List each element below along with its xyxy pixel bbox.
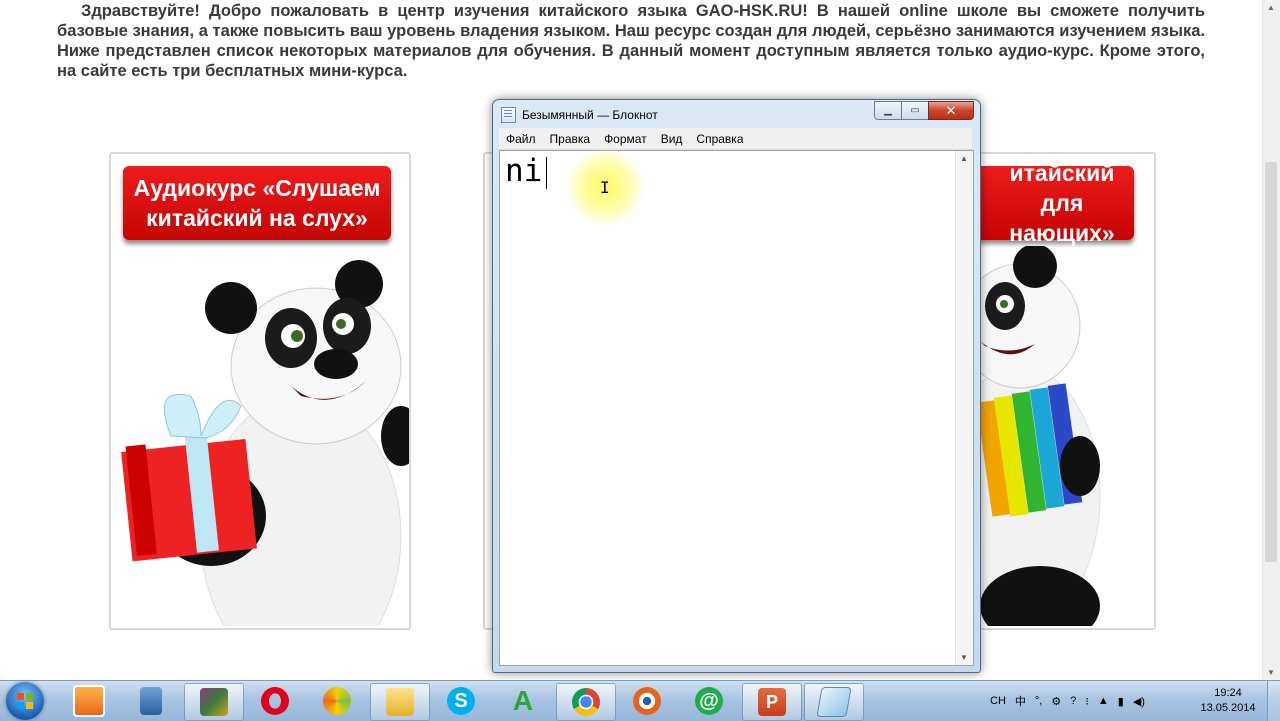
system-tray: CH 中 °, ⚙ ? ⁝ ▲ ▮ ◀): [990, 681, 1154, 721]
media-player-icon: [73, 685, 105, 717]
notepad-scrollbar[interactable]: ▲ ▼: [955, 151, 973, 665]
taskbar-winrar[interactable]: [184, 683, 244, 721]
taskbar-skype[interactable]: S: [432, 683, 490, 719]
maximize-button[interactable]: ▭: [901, 101, 929, 120]
panda-gift-illustration: [121, 260, 409, 626]
taskbar-explorer[interactable]: [122, 683, 180, 719]
taskbar-screen-recorder[interactable]: [618, 683, 676, 719]
notepad-title: Безымянный — Блокнот: [522, 108, 658, 122]
notepad-icon: [816, 687, 852, 717]
beginners-course-card[interactable]: итайский для нающих»: [978, 152, 1156, 630]
window-controls: ▁ ▭ ✕: [874, 101, 974, 120]
scroll-up-icon[interactable]: ▲: [960, 154, 968, 163]
settings-icon[interactable]: ⚙: [1051, 695, 1061, 708]
scroll-down-icon[interactable]: ▼: [960, 653, 968, 662]
ibeam-cursor-icon: I: [600, 178, 610, 197]
help-icon[interactable]: ?: [1070, 695, 1076, 707]
taskbar-notepad[interactable]: [804, 683, 864, 721]
notepad-text-area[interactable]: ni ▲ ▼: [499, 150, 974, 666]
abbyy-icon: A: [512, 685, 534, 716]
maximize-icon: ▭: [910, 105, 920, 116]
notepad-content: ni: [505, 153, 543, 189]
taskbar-opera[interactable]: [246, 683, 304, 719]
skype-icon: S: [447, 687, 475, 715]
taskbar-abbyy[interactable]: A: [494, 683, 552, 719]
beginners-course-banner[interactable]: итайский для нающих»: [980, 160, 1134, 246]
explorer-icon: [140, 687, 162, 715]
menu-edit[interactable]: Правка: [543, 132, 598, 146]
audio-course-banner[interactable]: Аудиокурс «Слушаем китайский на слух»: [123, 166, 391, 240]
taskbar-media-player[interactable]: [60, 683, 118, 719]
panda-books-illustration: [980, 246, 1101, 626]
punctuation-icon[interactable]: °,: [1035, 695, 1042, 707]
clock-time: 19:24: [1214, 687, 1242, 699]
notepad-menubar: Файл Правка Формат Вид Справка: [499, 128, 972, 150]
network-icon[interactable]: ▮: [1118, 695, 1124, 708]
banner-line-1: итайский для: [1009, 160, 1115, 216]
clock[interactable]: 19:24 13.05.2014: [1198, 686, 1258, 716]
winrar-icon: [200, 688, 228, 716]
scroll-up-icon[interactable]: ▲: [1267, 3, 1275, 12]
language-indicator[interactable]: CH: [990, 695, 1006, 707]
volume-icon[interactable]: ◀): [1133, 695, 1145, 708]
banner-line-2: китайский на слух»: [146, 205, 368, 231]
taskbar-mail-agent[interactable]: @: [680, 683, 738, 719]
clock-date: 13.05.2014: [1200, 702, 1256, 714]
taskbar-powerpoint[interactable]: P: [742, 683, 802, 721]
text-caret: [546, 157, 547, 189]
start-button[interactable]: [6, 682, 44, 720]
page-scrollbar[interactable]: ▲ ▼: [1262, 0, 1280, 680]
notepad-icon: [501, 107, 516, 123]
minimize-icon: ▁: [884, 105, 892, 116]
opera-icon: [261, 687, 289, 715]
chrome-icon: [572, 688, 600, 716]
disc-icon: [323, 687, 351, 715]
powerpoint-icon: P: [758, 688, 786, 716]
menu-file[interactable]: Файл: [499, 132, 543, 146]
banner-line-1: Аудиокурс «Слушаем: [133, 175, 381, 201]
taskbar: S A @ P CH 中 °, ⚙ ? ⁝ ▲ ▮ ◀) 19:24 13.05…: [0, 680, 1280, 721]
more-icon[interactable]: ⁝: [1085, 695, 1089, 708]
close-button[interactable]: ✕: [928, 101, 974, 120]
show-desktop-button[interactable]: [1267, 681, 1280, 721]
menu-help[interactable]: Справка: [689, 132, 750, 146]
scroll-down-icon[interactable]: ▼: [1267, 668, 1275, 677]
menu-view[interactable]: Вид: [654, 132, 690, 146]
ime-icon[interactable]: 中: [1015, 693, 1026, 709]
close-icon: ✕: [945, 102, 957, 118]
page-scroll-thumb[interactable]: [1265, 162, 1277, 562]
taskbar-disc[interactable]: [308, 683, 366, 719]
intro-text: Здравствуйте! Добро пожаловать в центр и…: [57, 2, 1205, 80]
banner-line-2: нающих»: [1009, 220, 1115, 246]
taskbar-chrome[interactable]: [556, 683, 616, 721]
minimize-button[interactable]: ▁: [874, 101, 902, 120]
show-hidden-icons[interactable]: ▲: [1098, 695, 1109, 707]
menu-format[interactable]: Формат: [597, 132, 654, 146]
screen-recorder-icon: [633, 687, 661, 715]
folder-icon: [386, 688, 414, 716]
audio-course-card[interactable]: Аудиокурс «Слушаем китайский на слух»: [109, 152, 411, 630]
taskbar-folder[interactable]: [370, 683, 430, 721]
mail-agent-icon: @: [695, 687, 723, 715]
notepad-titlebar[interactable]: Безымянный — Блокнот: [501, 105, 658, 125]
